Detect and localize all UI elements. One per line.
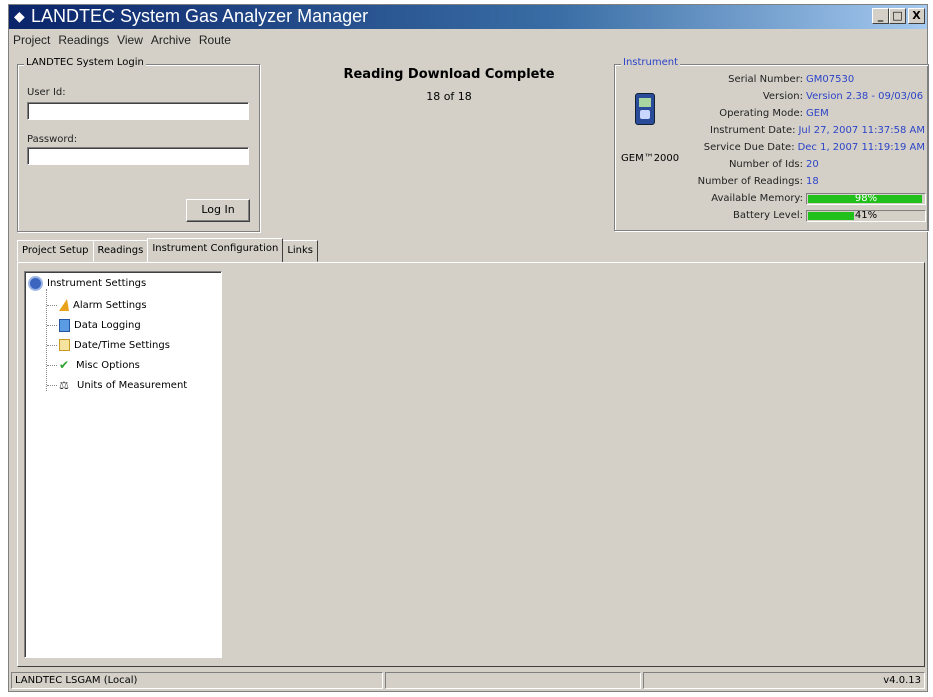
close-button[interactable]: X xyxy=(908,8,925,24)
tab-readings[interactable]: Readings xyxy=(92,240,149,262)
service-due-date-value: Dec 1, 2007 11:19:19 AM xyxy=(797,142,925,153)
serial-number-row: Serial Number: GM07530 xyxy=(685,73,925,87)
tree-node-label: Date/Time Settings xyxy=(74,339,170,351)
number-of-ids-label: Number of Ids: xyxy=(728,159,803,170)
maximize-button[interactable]: □ xyxy=(889,8,906,24)
number-of-readings-value: 18 xyxy=(806,176,819,187)
number-of-ids-row: Number of Ids: 20 xyxy=(685,158,925,172)
version-value: Version 2.38 - 09/03/06 xyxy=(806,91,924,102)
login-group-title: LANDTEC System Login xyxy=(24,57,146,68)
tree-node-label: Instrument Settings xyxy=(47,278,147,289)
tree-node-label: Misc Options xyxy=(76,360,140,371)
menu-bar: Project Readings View Archive Route xyxy=(9,30,927,50)
serial-number-label: Serial Number: xyxy=(728,74,803,85)
calendar-icon xyxy=(59,339,70,351)
checkmark-icon: ✔ xyxy=(59,358,70,372)
battery-level-label: Battery Level: xyxy=(733,210,803,221)
tree-node-date-time-settings[interactable]: Date/Time Settings xyxy=(47,339,170,351)
main-window: ◆ LANDTEC System Gas Analyzer Manager _ … xyxy=(8,4,929,692)
instrument-group-title: Instrument xyxy=(621,57,681,68)
menu-view[interactable]: View xyxy=(113,33,147,47)
device-name: GEM™2000 xyxy=(621,153,680,164)
instrument-date-label: Instrument Date: xyxy=(710,125,796,136)
password-input[interactable] xyxy=(27,147,249,165)
status-pane-middle xyxy=(385,672,641,689)
tree-node-alarm-settings[interactable]: Alarm Settings xyxy=(47,299,147,311)
tree-node-misc-options[interactable]: ✔ Misc Options xyxy=(47,359,140,372)
menu-readings[interactable]: Readings xyxy=(54,33,113,47)
settings-tree: Instrument Settings Alarm Settings Data … xyxy=(24,271,222,658)
available-memory-percent: 98% xyxy=(854,193,878,204)
status-version: v4.0.13 xyxy=(643,672,925,689)
battery-level-percent: 41% xyxy=(854,210,878,221)
instrument-date-row: Instrument Date: Jul 27, 2007 11:37:58 A… xyxy=(685,124,925,138)
menu-archive[interactable]: Archive xyxy=(147,33,195,47)
number-of-readings-row: Number of Readings: 18 xyxy=(685,175,925,189)
number-of-ids-value: 20 xyxy=(806,159,819,170)
battery-level-bar: 41% xyxy=(806,210,926,222)
tree-node-label: Alarm Settings xyxy=(73,299,147,311)
menu-route[interactable]: Route xyxy=(195,33,235,47)
tree-node-units-of-measurement[interactable]: ⚖ Units of Measurement xyxy=(47,379,187,392)
title-bar[interactable]: ◆ LANDTEC System Gas Analyzer Manager _ … xyxy=(9,5,927,29)
instrument-configuration-panel: Instrument Settings Alarm Settings Data … xyxy=(17,262,925,667)
download-status: Reading Download Complete 18 of 18 xyxy=(299,67,599,103)
tab-strip: Project Setup Readings Instrument Config… xyxy=(17,238,319,263)
service-due-date-label: Service Due Date: xyxy=(703,142,795,153)
login-group: LANDTEC System Login User Id: Password: … xyxy=(17,57,260,232)
status-bar: LANDTEC LSGAM (Local) v4.0.13 xyxy=(9,669,927,691)
user-id-input[interactable] xyxy=(27,102,249,120)
service-due-date-row: Service Due Date: Dec 1, 2007 11:19:19 A… xyxy=(685,141,925,155)
operating-mode-row: Operating Mode: GEM xyxy=(685,107,925,121)
available-memory-bar: 98% xyxy=(806,193,926,205)
window-title: LANDTEC System Gas Analyzer Manager xyxy=(31,6,369,26)
alarm-bell-icon xyxy=(59,299,69,311)
menu-project[interactable]: Project xyxy=(9,33,54,47)
tab-instrument-configuration[interactable]: Instrument Configuration xyxy=(147,238,284,263)
tab-project-setup[interactable]: Project Setup xyxy=(17,240,94,262)
gear-icon xyxy=(30,278,41,289)
password-label: Password: xyxy=(27,134,78,145)
gas-analyzer-device-icon xyxy=(635,93,655,125)
document-icon xyxy=(59,319,70,332)
app-diamond-icon: ◆ xyxy=(14,9,25,25)
scale-icon: ⚖ xyxy=(59,379,69,392)
minimize-button[interactable]: _ xyxy=(872,8,889,24)
tree-node-instrument-settings[interactable]: Instrument Settings xyxy=(30,278,146,289)
instrument-date-value: Jul 27, 2007 11:37:58 AM xyxy=(798,125,925,136)
instrument-group: Instrument GEM™2000 Serial Number: GM075… xyxy=(614,57,929,231)
tab-links[interactable]: Links xyxy=(282,240,319,262)
operating-mode-label: Operating Mode: xyxy=(719,108,803,119)
version-row: Version: Version 2.38 - 09/03/06 xyxy=(685,90,925,104)
download-status-headline: Reading Download Complete xyxy=(343,67,555,82)
tree-node-data-logging[interactable]: Data Logging xyxy=(47,319,141,332)
number-of-readings-label: Number of Readings: xyxy=(697,176,803,187)
tree-node-label: Units of Measurement xyxy=(77,380,188,391)
available-memory-label: Available Memory: xyxy=(711,193,803,204)
tree-node-label: Data Logging xyxy=(74,320,141,331)
download-progress-count: 18 of 18 xyxy=(426,90,472,103)
version-label: Version: xyxy=(762,91,803,102)
status-connection: LANDTEC LSGAM (Local) xyxy=(11,672,383,689)
login-button[interactable]: Log In xyxy=(186,199,250,222)
user-id-label: User Id: xyxy=(27,87,66,98)
window-controls: _ □ X xyxy=(872,8,925,24)
serial-number-value: GM07530 xyxy=(806,74,855,85)
operating-mode-value: GEM xyxy=(806,108,829,119)
